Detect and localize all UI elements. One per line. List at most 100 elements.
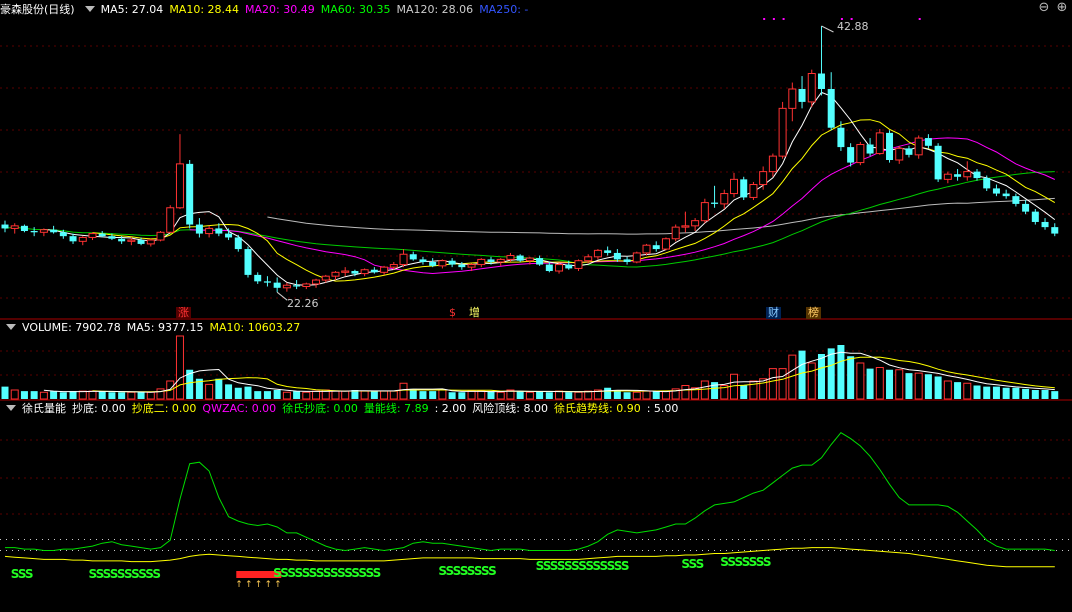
volume-bar	[118, 392, 126, 399]
candle-body	[419, 259, 427, 262]
volume-bar	[778, 368, 787, 400]
candle-body	[545, 264, 553, 272]
volume-bar	[312, 390, 321, 400]
volume-bar	[866, 368, 874, 399]
volume-bar	[895, 369, 904, 400]
tag-dollar[interactable]: $	[447, 307, 458, 319]
low-marker	[276, 291, 288, 301]
volume-bar	[924, 374, 932, 399]
volume-bar	[525, 391, 534, 400]
volume-bar	[458, 392, 466, 399]
volume-bar	[623, 392, 631, 399]
volume-bar	[565, 392, 573, 399]
candle-body	[798, 89, 806, 102]
signal-group: SSSSSSSSSSSSSSS	[273, 566, 381, 580]
volume-bar	[973, 385, 981, 399]
volume-bar	[536, 391, 544, 399]
volume-bar	[419, 391, 427, 399]
volume-bar	[983, 386, 991, 399]
volume-bar	[389, 390, 398, 400]
candle-body	[954, 174, 962, 177]
candle-body	[360, 269, 369, 275]
high-marker	[821, 25, 834, 33]
candle-body	[293, 285, 301, 287]
volume-bar	[302, 391, 311, 400]
candle-body	[1002, 193, 1010, 197]
candle-body	[866, 144, 874, 154]
candle-body	[458, 264, 466, 268]
signal-dot	[782, 18, 785, 20]
volume-bar	[331, 390, 340, 400]
volume-bar	[905, 373, 913, 399]
candle-body	[700, 202, 709, 222]
grid-lines	[0, 45, 1072, 552]
price-panel	[1, 18, 1059, 301]
tag-bang[interactable]: 榜	[806, 307, 821, 319]
volume-bar	[108, 392, 116, 399]
tag-zeng[interactable]: 增	[467, 307, 482, 319]
volume-bar	[847, 356, 855, 399]
candle-body	[331, 271, 340, 277]
volume-bar	[1051, 391, 1059, 399]
volume-energy-line	[5, 432, 1055, 552]
ma10-line	[92, 119, 1056, 282]
candle-body	[429, 261, 437, 266]
volume-bar	[875, 367, 884, 400]
volume-bar	[137, 392, 145, 399]
candle-body	[593, 249, 602, 258]
candle-body	[351, 271, 359, 274]
candle-body	[565, 264, 573, 269]
candle-body	[88, 233, 97, 238]
candle-body	[254, 274, 262, 282]
low-price-label: 22.26	[287, 297, 319, 310]
candle-body	[691, 220, 700, 227]
candle-body	[30, 231, 38, 233]
candle-body	[778, 107, 787, 157]
candle-body	[496, 258, 505, 263]
volume-bar	[545, 392, 553, 399]
volume-bar	[50, 391, 58, 399]
volume-bar	[370, 391, 378, 399]
volume-bar	[1041, 390, 1049, 399]
volume-panel	[1, 335, 1059, 400]
volume-bar	[448, 392, 456, 399]
volume-bar	[399, 382, 408, 400]
tag-cai[interactable]: 财	[766, 307, 781, 319]
candle-body	[525, 257, 534, 262]
candle-body	[302, 283, 311, 288]
volume-bar	[1002, 387, 1010, 399]
candle-body	[166, 207, 175, 233]
candle-body	[50, 229, 58, 233]
ma120-line	[267, 197, 1055, 235]
volume-bar	[234, 387, 242, 399]
candle-body	[623, 259, 631, 262]
volume-bar	[652, 391, 660, 399]
volume-bar	[827, 348, 835, 399]
volume-bar	[681, 385, 690, 400]
candle-body	[943, 173, 952, 180]
candle-body	[312, 279, 321, 285]
volume-bar	[807, 362, 816, 400]
volume-bar	[156, 388, 165, 400]
volume-bar	[341, 390, 350, 400]
bottom-signal-glyph: ↑	[264, 580, 272, 590]
candle-body	[895, 147, 904, 161]
candle-body	[370, 269, 378, 273]
candle-body	[652, 245, 660, 250]
candle-body	[671, 226, 680, 240]
volume-bar	[1012, 387, 1020, 399]
candle-body	[59, 232, 67, 237]
candle-body	[720, 193, 729, 205]
volume-bar	[963, 382, 972, 400]
volume-bar	[69, 391, 77, 399]
candle-body	[681, 225, 690, 228]
tag-zhang[interactable]: 涨	[176, 307, 191, 319]
stock-chart[interactable]: ↑ ↑ ↑ ↑ ↑	[0, 0, 1072, 612]
candle-body	[39, 229, 48, 233]
candle-body	[613, 252, 621, 260]
volume-bar	[175, 335, 184, 400]
indicator-panel: ↑ ↑ ↑ ↑ ↑	[4, 432, 1055, 590]
candle-body	[983, 178, 991, 189]
volume-bar	[467, 390, 476, 400]
volume-bar	[555, 390, 564, 400]
